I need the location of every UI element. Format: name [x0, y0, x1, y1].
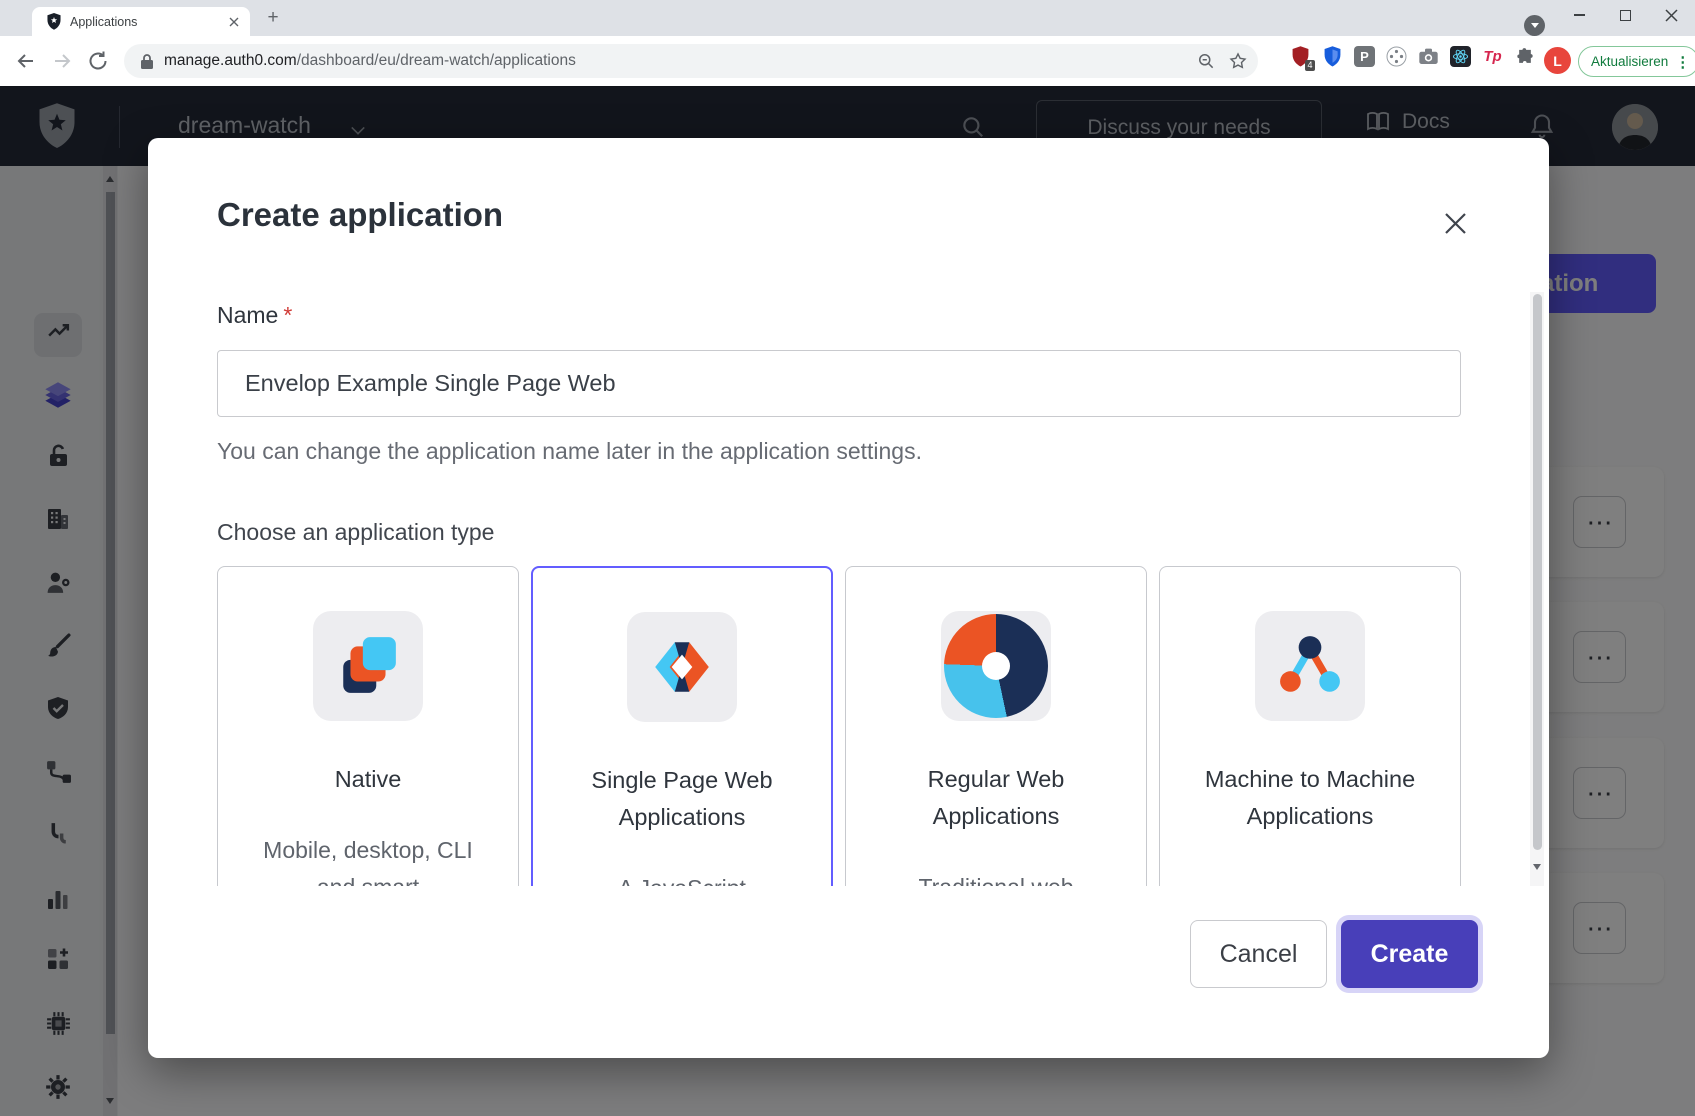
browser-menu-kebab-icon: ⋮ [1675, 53, 1690, 71]
native-icon-tile [313, 611, 423, 721]
name-help-text: You can change the application name late… [217, 438, 922, 465]
required-asterisk: * [283, 302, 292, 328]
modal-scroll-down-icon[interactable] [1533, 864, 1541, 870]
card-title: Single Page Web Applications [575, 762, 790, 836]
url-bar[interactable]: manage.auth0.com/dashboard/eu/dream-watc… [124, 44, 1258, 78]
card-description: Traditional web [889, 869, 1104, 886]
m2m-nodes-icon [1277, 633, 1343, 699]
card-description: Mobile, desktop, CLI and smart [261, 832, 476, 886]
name-field-label: Name* [217, 302, 292, 329]
card-title: Native [261, 761, 476, 798]
forward-button[interactable] [50, 49, 74, 73]
new-tab-button[interactable]: + [260, 5, 286, 31]
browser-tab[interactable]: Applications [32, 7, 250, 36]
modal-close-button[interactable] [1432, 200, 1478, 246]
cancel-button[interactable]: Cancel [1190, 920, 1327, 988]
modal-scrollbar[interactable] [1530, 292, 1544, 886]
browser-toolbar: manage.auth0.com/dashboard/eu/dream-watc… [0, 36, 1695, 86]
create-label: Create [1371, 940, 1449, 969]
url-path: /dashboard/eu/dream-watch/applications [297, 52, 576, 69]
card-native[interactable]: Native Mobile, desktop, CLI and smart [217, 566, 519, 886]
reload-button[interactable] [86, 49, 110, 73]
name-label-text: Name [217, 302, 278, 328]
spa-icon-tile [627, 612, 737, 722]
browser-update-button[interactable]: Aktualisieren ⋮ [1578, 46, 1695, 77]
update-label: Aktualisieren [1591, 54, 1668, 69]
camera-extension-icon[interactable] [1418, 46, 1439, 67]
tp-extension-icon[interactable]: Tp [1482, 46, 1503, 67]
card-regular-web[interactable]: Regular Web Applications Traditional web [845, 566, 1147, 886]
extensions-row: 4 P Tp [1290, 46, 1535, 67]
card-single-page-web[interactable]: Single Page Web Applications A JavaScrip… [531, 566, 833, 886]
ublock-badge: 4 [1305, 60, 1315, 71]
profile-initial: L [1553, 53, 1562, 69]
cancel-label: Cancel [1220, 940, 1298, 969]
m2m-icon-tile [1255, 611, 1365, 721]
tab-close-icon[interactable] [226, 14, 242, 30]
bookmark-star-icon[interactable] [1228, 51, 1248, 71]
extensions-puzzle-icon[interactable] [1514, 46, 1535, 67]
tp-letters: Tp [1483, 48, 1501, 65]
modal-scrollbar-thumb[interactable] [1533, 294, 1542, 850]
tab-search-icon[interactable] [1524, 15, 1545, 36]
browser-profile-avatar[interactable]: L [1544, 47, 1571, 74]
application-type-label: Choose an application type [217, 519, 494, 546]
card-title: Regular Web Applications [889, 761, 1104, 835]
tab-title: Applications [70, 15, 226, 29]
regular-donut-icon [944, 614, 1048, 718]
react-devtools-extension-icon[interactable] [1450, 46, 1471, 67]
p-extension-icon[interactable]: P [1354, 46, 1375, 67]
window-close-button[interactable] [1651, 0, 1691, 30]
modal-body: Create application Name* You can change … [148, 138, 1549, 886]
bitwarden-extension-icon[interactable] [1322, 46, 1343, 67]
regular-web-icon-tile [941, 611, 1051, 721]
url-domain: manage.auth0.com [164, 52, 297, 69]
spa-diamonds-icon [649, 634, 715, 700]
create-button[interactable]: Create [1341, 920, 1478, 988]
back-button[interactable] [14, 49, 38, 73]
create-application-modal: Create application Name* You can change … [148, 138, 1549, 1058]
window-maximize-button[interactable] [1605, 0, 1645, 30]
screen: Applications + manage.auth0.com/dashboar… [0, 0, 1695, 1116]
card-title: Machine to Machine Applications [1203, 761, 1418, 835]
auth0-favicon-icon [46, 13, 62, 30]
modal-footer: Cancel Create [148, 886, 1549, 1058]
zoom-page-icon[interactable] [1196, 51, 1216, 71]
native-stack-icon [335, 633, 401, 699]
url-text: manage.auth0.com/dashboard/eu/dream-watc… [164, 52, 576, 70]
window-minimize-button[interactable] [1559, 0, 1599, 30]
picker-extension-icon[interactable] [1386, 46, 1407, 67]
ublock-extension-icon[interactable]: 4 [1290, 46, 1311, 67]
card-description: A JavaScript [575, 870, 790, 886]
browser-titlebar: Applications + [0, 0, 1695, 36]
application-name-input[interactable] [217, 350, 1461, 417]
card-machine-to-machine[interactable]: Machine to Machine Applications [1159, 566, 1461, 886]
lock-icon [140, 53, 154, 70]
modal-title: Create application [217, 196, 503, 234]
application-type-cards: Native Mobile, desktop, CLI and smart [217, 566, 1463, 886]
